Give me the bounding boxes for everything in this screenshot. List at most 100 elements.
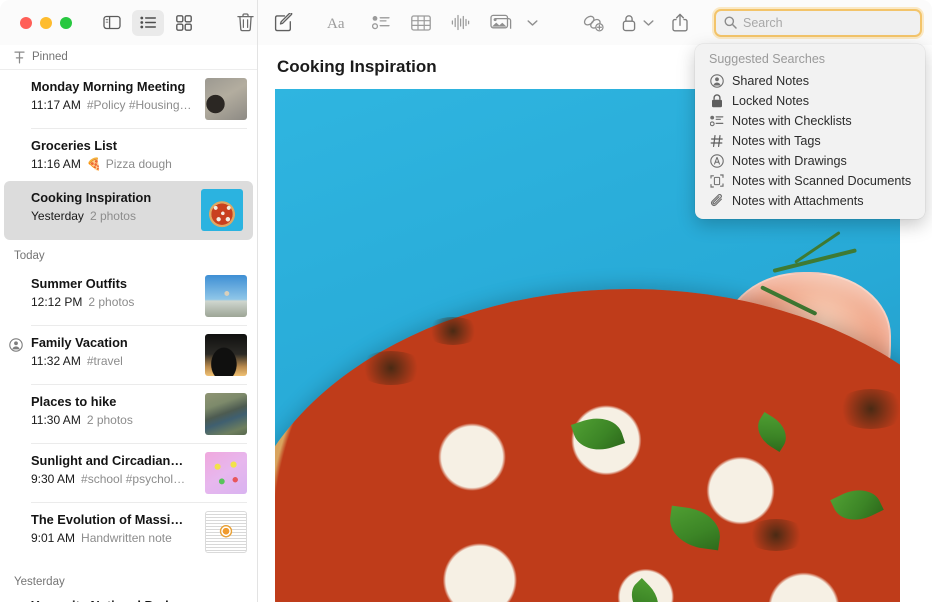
note-subtitle: #Policy #Housing…	[87, 97, 192, 113]
lock-icon	[622, 14, 636, 32]
search-icon	[724, 16, 737, 29]
note-title: Sunlight and Circadian…	[31, 452, 197, 469]
toolbar-left	[0, 0, 258, 45]
minimize-button[interactable]	[40, 17, 52, 29]
note-thumbnail	[205, 334, 247, 376]
list-item[interactable]: Summer Outfits 12:12 PM 2 photos	[0, 267, 257, 326]
note-title: Places to hike	[31, 393, 197, 410]
suggested-searches-popover[interactable]: Suggested Searches Shared Notes Locked N…	[695, 44, 925, 219]
list-item[interactable]: Groceries List 11:16 AM 🍕 Pizza dough	[0, 129, 257, 181]
delete-note-button[interactable]	[234, 10, 257, 36]
note-meta: 11:30 AM 2 photos	[31, 412, 197, 428]
yesterday-notes-list: Yosemite National Park	[0, 593, 257, 602]
format-style-button[interactable]: Aa	[327, 10, 352, 36]
toolbar-right: Aa	[258, 0, 932, 45]
suggestion-locked-notes[interactable]: Locked Notes	[695, 91, 925, 111]
search-input[interactable]: Search	[714, 9, 922, 37]
note-text: Cooking Inspiration Yesterday 2 photos	[31, 189, 193, 224]
crust-char-spot	[357, 351, 425, 385]
note-meta: Yesterday 2 photos	[31, 208, 193, 224]
audio-button[interactable]	[451, 10, 470, 36]
compose-note-button[interactable]	[274, 13, 293, 32]
crust-char-spot	[425, 317, 481, 345]
suggestion-notes-with-tags[interactable]: Notes with Tags	[695, 131, 925, 151]
notes-list-sidebar[interactable]: Pinned Monday Morning Meeting 11:17 AM #…	[0, 45, 258, 602]
note-title: The Evolution of Massi…	[31, 511, 197, 528]
note-time: 11:17 AM	[31, 97, 81, 113]
note-title: Monday Morning Meeting	[31, 78, 197, 95]
note-title: Summer Outfits	[31, 275, 197, 292]
checklist-icon	[709, 115, 724, 127]
window-controls	[0, 17, 72, 29]
drawing-circle-icon	[709, 154, 724, 168]
search-placeholder: Search	[743, 16, 783, 30]
suggestion-notes-with-drawings[interactable]: Notes with Drawings	[695, 151, 925, 171]
sidebar-icon	[103, 15, 121, 30]
list-item[interactable]: The Evolution of Massi… 9:01 AM Handwrit…	[0, 503, 257, 562]
suggestion-label: Locked Notes	[732, 94, 809, 108]
note-time: 11:30 AM	[31, 412, 81, 428]
lock-filled-icon	[709, 94, 724, 108]
table-button[interactable]	[411, 10, 431, 36]
note-thumbnail	[205, 275, 247, 317]
share-button[interactable]	[672, 10, 688, 36]
lock-note-button[interactable]	[622, 10, 654, 36]
notes-window: Aa	[0, 0, 932, 602]
pizza-emoji: 🍕	[87, 156, 102, 172]
checklist-icon	[372, 15, 391, 30]
suggestion-notes-with-scanned-documents[interactable]: Notes with Scanned Documents	[695, 171, 925, 191]
note-thumbnail	[205, 511, 247, 553]
list-item[interactable]: Places to hike 11:30 AM 2 photos	[0, 385, 257, 444]
media-button[interactable]	[490, 10, 538, 36]
search-container: Search	[714, 9, 922, 37]
note-meta: 11:17 AM #Policy #Housing…	[31, 97, 197, 113]
page-title: Cooking Inspiration	[277, 57, 437, 77]
view-mode-group	[96, 10, 200, 36]
list-item[interactable]: Yosemite National Park	[0, 593, 257, 602]
note-subtitle: #school #psychol…	[81, 471, 185, 487]
paperclip-icon	[709, 194, 724, 208]
chevron-down-icon	[527, 19, 538, 27]
list-item[interactable]: Monday Morning Meeting 11:17 AM #Policy …	[0, 70, 257, 129]
suggestion-notes-with-checklists[interactable]: Notes with Checklists	[695, 111, 925, 131]
note-title: Cooking Inspiration	[31, 189, 193, 206]
note-subtitle: Handwritten note	[81, 530, 172, 546]
note-thumbnail	[205, 393, 247, 435]
close-button[interactable]	[20, 17, 32, 29]
gallery-view-icon	[176, 15, 192, 31]
suggestion-notes-with-attachments[interactable]: Notes with Attachments	[695, 191, 925, 211]
list-item-selected[interactable]: Cooking Inspiration Yesterday 2 photos	[4, 181, 253, 240]
note-title: Family Vacation	[31, 334, 197, 351]
sidebar-toggle-button[interactable]	[96, 10, 128, 36]
add-collaborator-icon	[582, 14, 604, 32]
format-aa-icon: Aa	[327, 15, 352, 31]
yesterday-section-header: Yesterday	[0, 562, 257, 593]
gallery-view-button[interactable]	[168, 10, 200, 36]
add-collaborator-button[interactable]	[582, 10, 604, 36]
pinned-section-header: Pinned	[0, 45, 257, 70]
format-tools-group: Aa	[327, 10, 538, 36]
list-item[interactable]: Sunlight and Circadian… 9:30 AM #school …	[0, 444, 257, 503]
note-thumbnail	[205, 78, 247, 120]
suggestion-shared-notes[interactable]: Shared Notes	[695, 71, 925, 91]
trash-icon	[237, 13, 254, 32]
note-text: Groceries List 11:16 AM 🍕 Pizza dough	[31, 137, 247, 172]
note-meta: 11:32 AM #travel	[31, 353, 197, 369]
compose-note-icon	[274, 13, 293, 32]
note-text: Summer Outfits 12:12 PM 2 photos	[31, 275, 197, 310]
note-title: Yosemite National Park	[31, 597, 247, 602]
note-subtitle: 2 photos	[87, 412, 133, 428]
maximize-button[interactable]	[60, 17, 72, 29]
note-text: Monday Morning Meeting 11:17 AM #Policy …	[31, 78, 197, 113]
note-meta: 9:30 AM #school #psychol…	[31, 471, 197, 487]
note-meta: 12:12 PM 2 photos	[31, 294, 197, 310]
suggestion-label: Notes with Checklists	[732, 114, 852, 128]
list-item[interactable]: Family Vacation 11:32 AM #travel	[0, 326, 257, 385]
svg-text:Aa: Aa	[327, 16, 345, 31]
checklist-button[interactable]	[372, 10, 391, 36]
toolbar: Aa	[0, 0, 932, 45]
list-view-button[interactable]	[132, 10, 164, 36]
note-time: 11:32 AM	[31, 353, 81, 369]
pinned-label: Pinned	[32, 51, 68, 63]
shared-note-icon	[9, 338, 23, 352]
